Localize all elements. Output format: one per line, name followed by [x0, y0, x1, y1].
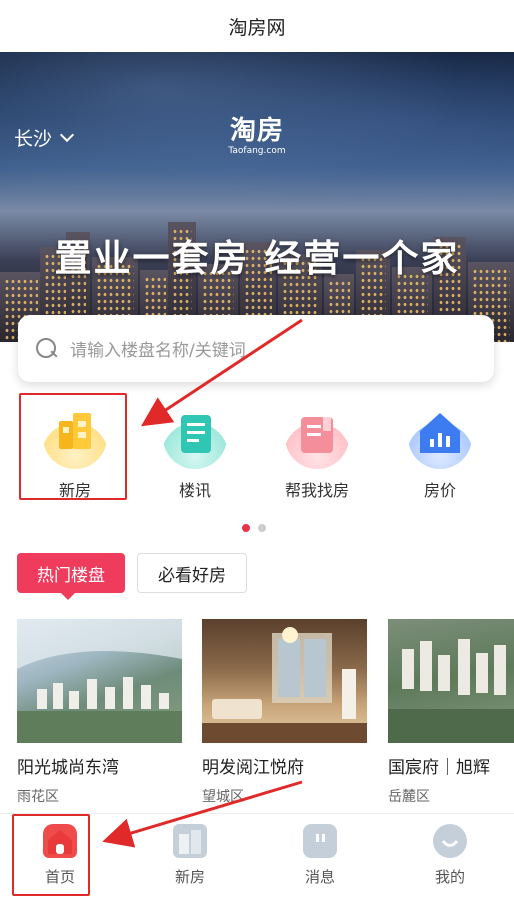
- banner-slogan: 置业一套房 经营一个家: [54, 237, 460, 280]
- logo: 淘房 Taofang.com: [224, 116, 290, 157]
- book-icon: [285, 405, 349, 469]
- page-indicator: [242, 524, 266, 532]
- tab-hot-listings[interactable]: 热门楼盘: [17, 553, 125, 600]
- tab-label: 消息: [304, 868, 335, 886]
- listing-image: [202, 619, 367, 743]
- message-icon: [303, 824, 337, 858]
- user-icon: [433, 824, 467, 858]
- search-icon: [36, 337, 58, 360]
- menu-item-news[interactable]: 楼讯: [135, 395, 255, 501]
- listing-image: [388, 619, 514, 743]
- search-input[interactable]: 请输入楼盘名称/关键词: [70, 336, 246, 361]
- highlight-box-new-homes: [19, 393, 127, 500]
- window-title: 淘房网: [0, 0, 514, 52]
- listing-name: 明发阅江悦府: [202, 758, 304, 778]
- listing-card[interactable]: 阳光城尚东湾 雨花区: [17, 619, 182, 806]
- menu-item-find-home[interactable]: 帮我找房: [257, 395, 377, 501]
- menu-item-price[interactable]: 房价: [380, 395, 500, 501]
- news-icon: [163, 405, 227, 469]
- listing-district: 岳麓区: [388, 789, 430, 805]
- price-chart-icon: [408, 405, 472, 469]
- tab-must-see[interactable]: 必看好房: [137, 553, 247, 593]
- city-selector[interactable]: 长沙: [14, 124, 75, 151]
- page-dot: [258, 524, 266, 532]
- tab-label: 新房: [174, 868, 205, 886]
- highlight-box-home-tab: [12, 814, 90, 896]
- listing-card[interactable]: 明发阅江悦府 望城区: [202, 619, 367, 806]
- tab-new-homes[interactable]: 新房: [140, 824, 240, 887]
- city-name: 长沙: [14, 128, 53, 150]
- listing-carousel: 阳光城尚东湾 雨花区 明发阅江悦府 望城区 国宸府｜旭辉 岳麓区: [17, 619, 514, 809]
- tab-messages[interactable]: 消息: [270, 824, 370, 887]
- logo-en: Taofang.com: [228, 146, 286, 156]
- listing-district: 雨花区: [17, 789, 59, 805]
- listing-tabs: 热门楼盘 必看好房: [17, 553, 247, 600]
- tab-label: 我的: [434, 868, 465, 886]
- building-icon: [173, 824, 207, 858]
- listing-card[interactable]: 国宸府｜旭辉 岳麓区: [388, 619, 514, 806]
- menu-label: 帮我找房: [284, 481, 349, 500]
- listing-name: 国宸府｜旭辉: [388, 758, 490, 778]
- menu-label: 房价: [423, 481, 456, 500]
- tab-profile[interactable]: 我的: [400, 824, 500, 887]
- listing-name: 阳光城尚东湾: [17, 758, 119, 778]
- banner[interactable]: 长沙 淘房 Taofang.com 置业一套房 经营一个家: [0, 52, 514, 342]
- listing-image: [17, 619, 182, 743]
- page-dot-active: [242, 524, 250, 532]
- logo-cn: 淘房: [229, 116, 284, 146]
- menu-label: 楼讯: [178, 481, 211, 500]
- search-bar[interactable]: 请输入楼盘名称/关键词: [18, 315, 494, 382]
- listing-district: 望城区: [202, 789, 244, 805]
- chevron-down-icon: [59, 127, 75, 142]
